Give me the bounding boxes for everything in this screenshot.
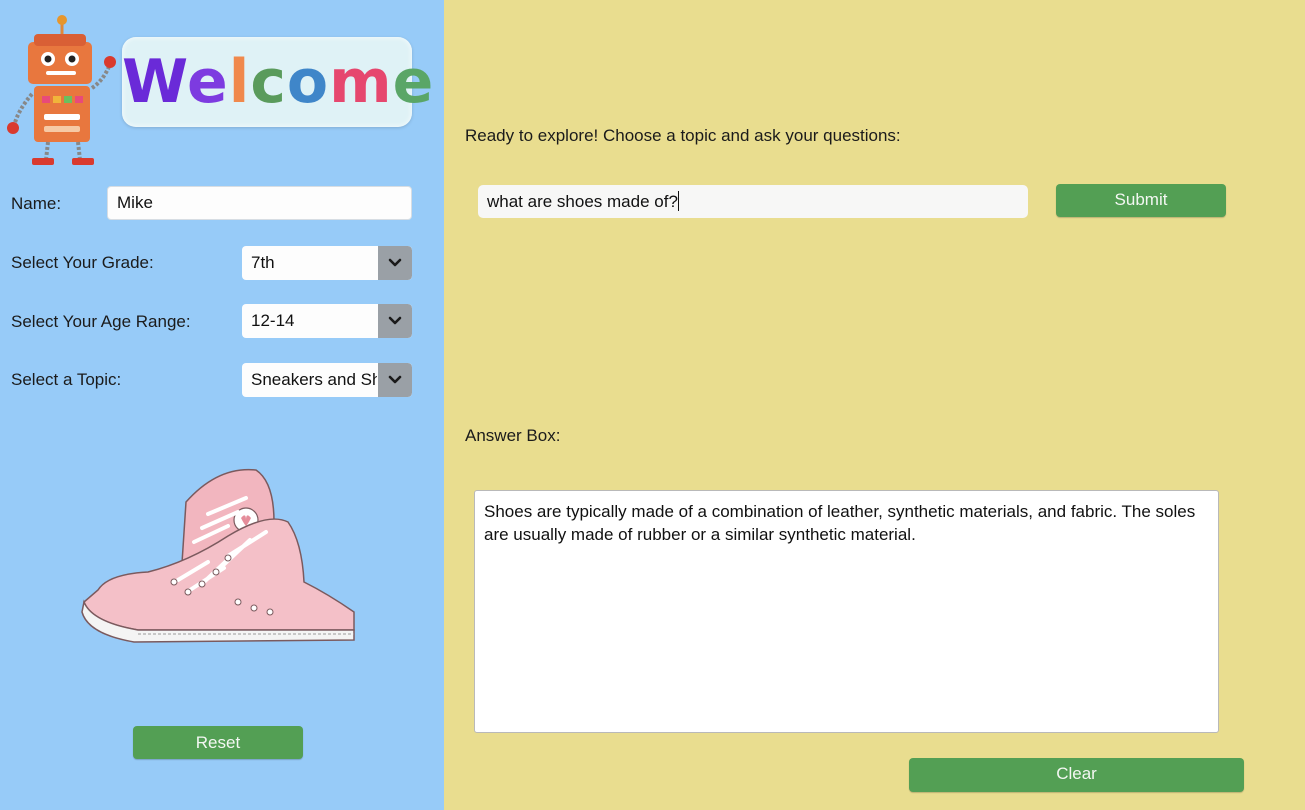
text-caret xyxy=(677,191,679,211)
question-input-value: what are shoes made of? xyxy=(487,192,678,211)
welcome-title-letter: l xyxy=(228,47,251,117)
clear-button[interactable]: Clear xyxy=(909,758,1244,792)
chevron-down-icon[interactable] xyxy=(378,304,412,338)
name-input[interactable]: Mike xyxy=(107,186,412,220)
age-range-select[interactable]: 12-14 xyxy=(242,304,412,338)
welcome-title-letter: e xyxy=(392,47,435,117)
welcome-title-letter: c xyxy=(250,47,287,117)
robot-mascot-image xyxy=(7,15,116,165)
age-range-label: Select Your Age Range: xyxy=(11,312,191,331)
submit-button[interactable]: Submit xyxy=(1056,184,1226,217)
welcome-title-letter: o xyxy=(286,47,330,117)
sidebar-panel: Welcome Name: Mike Select Your Grade: 7t… xyxy=(0,0,444,810)
chevron-down-icon[interactable] xyxy=(378,363,412,397)
welcome-title-letter: e xyxy=(187,47,229,117)
welcome-title-letter: m xyxy=(329,47,393,117)
welcome-title: Welcome xyxy=(122,37,433,127)
name-label: Name: xyxy=(11,194,62,213)
question-input[interactable]: what are shoes made of? xyxy=(478,185,1028,218)
grade-select-value: 7th xyxy=(251,253,275,272)
grade-label: Select Your Grade: xyxy=(11,253,154,272)
instructions-text: Ready to explore! Choose a topic and ask… xyxy=(465,126,901,145)
answer-box-label: Answer Box: xyxy=(465,426,561,445)
answer-textarea[interactable]: Shoes are typically made of a combinatio… xyxy=(474,490,1219,733)
welcome-banner: Welcome xyxy=(122,37,433,127)
topic-select-value: Sneakers and Shoes xyxy=(251,370,377,389)
chevron-down-icon[interactable] xyxy=(378,246,412,280)
grade-select[interactable]: 7th xyxy=(242,246,412,280)
topic-select[interactable]: Sneakers and Shoes xyxy=(242,363,412,397)
welcome-title-letter: W xyxy=(122,47,188,117)
topic-label: Select a Topic: xyxy=(11,370,122,389)
sneakers-illustration xyxy=(81,468,355,643)
reset-button[interactable]: Reset xyxy=(133,726,303,759)
age-range-select-value: 12-14 xyxy=(251,311,295,330)
